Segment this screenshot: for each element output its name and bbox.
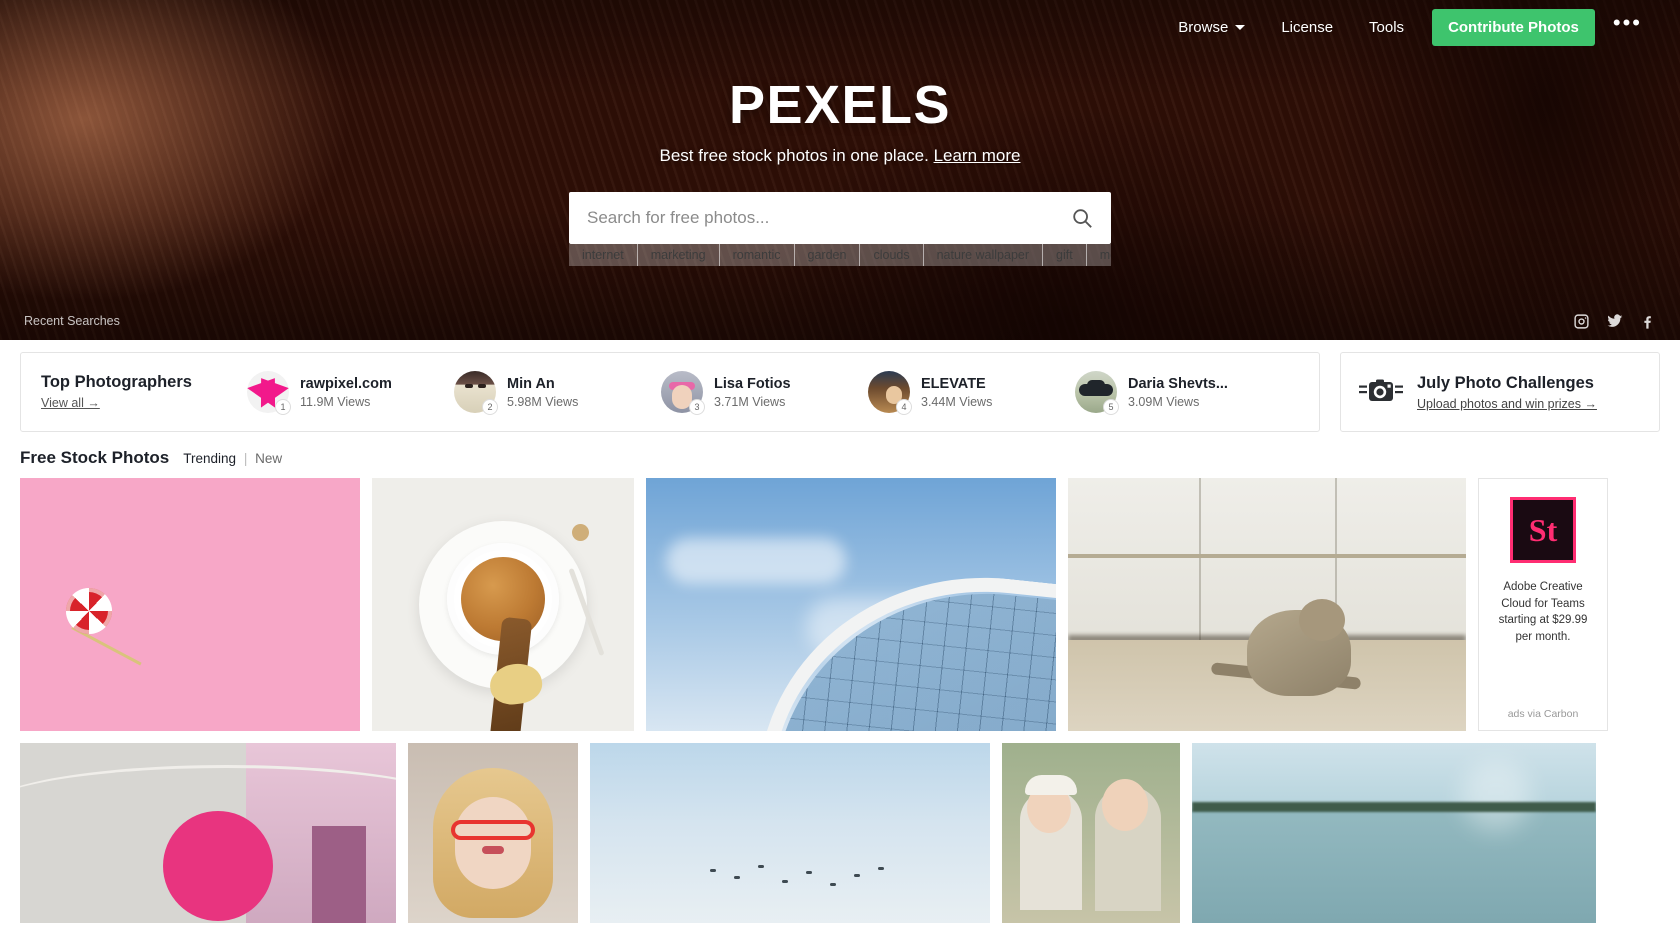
nav-item-license[interactable]: License <box>1263 11 1351 44</box>
photographer-views: 3.09M Views <box>1128 395 1200 410</box>
recent-searches-label[interactable]: Recent Searches <box>24 314 120 328</box>
social-links <box>1573 313 1656 330</box>
photographer-name: ELEVATE <box>921 375 986 392</box>
photographer-item-min-an[interactable]: 2 Min An 5.98M Views <box>454 371 661 415</box>
photo-challenge-title: July Photo Challenges <box>1417 373 1594 392</box>
instagram-icon[interactable] <box>1573 313 1590 330</box>
facebook-icon[interactable] <box>1639 313 1656 330</box>
photo-birds-sky[interactable] <box>590 743 990 923</box>
rank-badge: 5 <box>1103 399 1119 415</box>
tab-trending[interactable]: Trending <box>183 451 236 466</box>
section-tabs: Trending | New <box>183 451 282 466</box>
photographer-name: Daria Shevts... <box>1128 375 1228 392</box>
tag-chip-clouds[interactable]: clouds <box>860 244 924 266</box>
tab-new[interactable]: New <box>255 451 282 466</box>
contribute-photos-button[interactable]: Contribute Photos <box>1432 8 1595 46</box>
twitter-icon[interactable] <box>1606 313 1623 330</box>
camera-icon <box>1359 379 1403 401</box>
tag-chip-gift[interactable]: gift <box>1043 244 1087 266</box>
search-input[interactable]: Search for free photos... <box>587 208 1071 228</box>
avatar-wrap: 3 <box>661 371 705 415</box>
photo-row-1: St Adobe Creative Cloud for Teams starti… <box>20 478 1660 731</box>
rank-badge: 1 <box>275 399 291 415</box>
nav-item-browse-label: Browse <box>1178 18 1229 36</box>
search-bar[interactable]: Search for free photos... <box>569 192 1111 244</box>
tag-chip-internet[interactable]: internet <box>569 244 638 266</box>
suggested-tags: internet marketing romantic garden cloud… <box>569 244 1111 266</box>
top-photographers-header: Top Photographers View all → <box>41 373 247 412</box>
avatar-wrap: 4 <box>868 371 912 415</box>
tag-chip-more[interactable]: more → <box>1087 244 1111 266</box>
photo-challenge-link[interactable]: Upload photos and win prizes → <box>1417 397 1597 411</box>
nav-item-browse[interactable]: Browse <box>1160 11 1263 44</box>
avatar-wrap: 2 <box>454 371 498 415</box>
nav-item-tools-label: Tools <box>1369 18 1405 36</box>
photographer-name: Min An <box>507 375 555 392</box>
avatar-wrap: 5 <box>1075 371 1119 415</box>
photographer-views: 3.44M Views <box>921 395 993 410</box>
ad-attribution: ads via Carbon <box>1507 708 1579 720</box>
photo-lollipop-pink[interactable] <box>20 478 360 731</box>
more-options-icon[interactable]: ••• <box>1595 12 1656 39</box>
photo-glass-arch-sky[interactable] <box>646 478 1056 731</box>
hero-tagline-text: Best free stock photos in one place. <box>659 146 929 165</box>
section-title: Free Stock Photos <box>20 448 170 467</box>
search-icon[interactable] <box>1071 207 1093 229</box>
hero-banner: Browse License Tools Contribute Photos •… <box>0 0 1680 340</box>
hero-content: PEXELS Best free stock photos in one pla… <box>0 78 1680 266</box>
photographer-views: 3.71M Views <box>714 395 786 410</box>
rank-badge: 3 <box>689 399 705 415</box>
photographer-item-daria[interactable]: 5 Daria Shevts... 3.09M Views <box>1075 371 1282 415</box>
view-all-link[interactable]: View all → <box>41 396 100 410</box>
photographer-name: Lisa Fotios <box>714 375 791 392</box>
hero-tagline: Best free stock photos in one place. Lea… <box>660 146 1021 166</box>
photo-coffee-cup[interactable] <box>372 478 634 731</box>
photographer-name: rawpixel.com <box>300 375 392 392</box>
tag-chip-garden[interactable]: garden <box>795 244 861 266</box>
chevron-down-icon <box>1235 24 1246 30</box>
photo-sea-horizon[interactable] <box>1192 743 1596 923</box>
adobe-stock-logo: St <box>1510 497 1576 563</box>
nav-item-license-label: License <box>1281 18 1334 36</box>
top-photographers-title: Top Photographers <box>41 372 192 391</box>
rank-badge: 2 <box>482 399 498 415</box>
photographer-item-elevate[interactable]: 4 ELEVATE 3.44M Views <box>868 371 1075 415</box>
search-area: Search for free photos... internet marke… <box>569 192 1111 266</box>
top-photographers-card: Top Photographers View all → 1 rawpixel.… <box>20 352 1320 432</box>
section-header: Free Stock Photos Trending | New <box>0 432 1680 478</box>
avatar-wrap: 1 <box>247 371 291 415</box>
photo-two-friends[interactable] <box>1002 743 1180 923</box>
photo-cat-scratching[interactable] <box>1068 478 1466 731</box>
photo-grid: St Adobe Creative Cloud for Teams starti… <box>0 478 1680 923</box>
photo-girl-red-glasses[interactable] <box>408 743 578 923</box>
photographer-views: 5.98M Views <box>507 395 579 410</box>
main-navigation: Browse License Tools Contribute Photos •… <box>1160 0 1680 54</box>
advertisement-card[interactable]: St Adobe Creative Cloud for Teams starti… <box>1478 478 1608 731</box>
page-title: PEXELS <box>728 75 952 135</box>
photographer-item-rawpixel[interactable]: 1 rawpixel.com 11.9M Views <box>247 371 454 415</box>
tag-chip-marketing[interactable]: marketing <box>638 244 720 266</box>
rank-badge: 4 <box>896 399 912 415</box>
photo-challenge-card[interactable]: July Photo Challenges Upload photos and … <box>1340 352 1660 432</box>
top-photographers-strip: Top Photographers View all → 1 rawpixel.… <box>0 340 1680 432</box>
nav-item-tools[interactable]: Tools <box>1351 11 1422 44</box>
photographer-item-lisa-fotios[interactable]: 3 Lisa Fotios 3.71M Views <box>661 371 868 415</box>
photo-row-2 <box>20 743 1660 923</box>
photographer-views: 11.9M Views <box>300 395 371 410</box>
ad-text: Adobe Creative Cloud for Teams starting … <box>1498 581 1588 644</box>
tag-chip-romantic[interactable]: romantic <box>720 244 795 266</box>
tag-chip-nature-wallpaper[interactable]: nature wallpaper <box>924 244 1044 266</box>
learn-more-link[interactable]: Learn more <box>934 146 1021 165</box>
tab-separator: | <box>243 451 248 466</box>
photo-pink-building[interactable] <box>20 743 396 923</box>
